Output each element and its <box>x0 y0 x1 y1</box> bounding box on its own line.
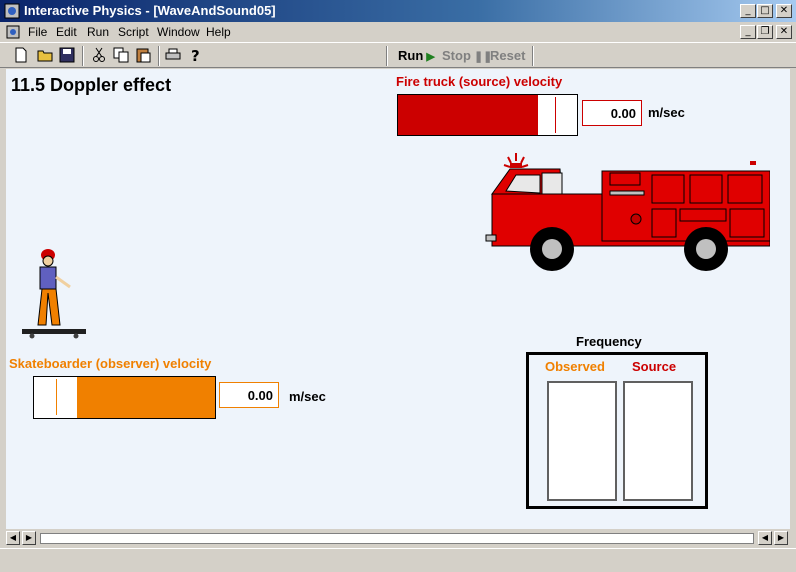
source-velocity-label: Fire truck (source) velocity <box>396 74 563 89</box>
source-frequency-meter <box>623 381 693 501</box>
observer-velocity-unit: m/sec <box>289 389 326 404</box>
observed-frequency-meter <box>547 381 617 501</box>
observer-velocity-slider[interactable] <box>33 376 216 419</box>
source-velocity-unit: m/sec <box>648 105 685 120</box>
menu-bar: File Edit Run Script Window Help _ ❐ ✕ <box>0 22 796 42</box>
frequency-title: Frequency <box>576 334 642 349</box>
new-file-icon[interactable] <box>12 46 30 64</box>
doc-restore-button[interactable]: ❐ <box>757 25 773 39</box>
stop-button[interactable]: Stop ❚❚ <box>442 48 492 63</box>
frequency-panel: Observed Source <box>526 352 708 509</box>
observer-velocity-fill <box>77 377 215 418</box>
svg-text:?: ? <box>191 47 200 64</box>
page-title: 11.5 Doppler effect <box>11 75 172 95</box>
maximize-button[interactable]: □ <box>757 4 773 18</box>
close-button[interactable]: ✕ <box>776 4 792 18</box>
scroll-right-icon[interactable]: ◀ <box>758 531 772 545</box>
observer-velocity-input[interactable]: 0.00 <box>219 382 279 408</box>
horizontal-scrollbar[interactable]: ◀ ▶ ◀ ▶ <box>6 530 790 546</box>
toolbar-separator <box>386 46 388 66</box>
window-title: Interactive Physics - [WaveAndSound05] <box>24 3 276 18</box>
open-folder-icon[interactable] <box>36 46 54 64</box>
menu-file[interactable]: File <box>28 25 47 39</box>
source-velocity-zero-mark <box>555 97 556 133</box>
app-icon <box>4 3 20 19</box>
observer-velocity-label: Skateboarder (observer) velocity <box>9 356 212 371</box>
help-icon[interactable]: ? <box>186 46 204 64</box>
minimize-button[interactable]: _ <box>740 4 756 18</box>
run-label: Run <box>398 48 424 63</box>
source-label: Source <box>632 359 677 374</box>
title-bar: Interactive Physics - [WaveAndSound05] _… <box>0 0 796 22</box>
stop-label: Stop <box>442 48 471 63</box>
run-button[interactable]: Run ▶ <box>398 48 435 63</box>
toolbar-separator <box>158 46 160 66</box>
reset-label: Reset <box>490 48 526 63</box>
save-icon[interactable] <box>58 46 76 64</box>
source-velocity-input[interactable]: 0.00 <box>582 100 642 126</box>
source-velocity-fill <box>398 95 538 135</box>
scroll-left-icon[interactable]: ▶ <box>22 531 36 545</box>
menu-edit[interactable]: Edit <box>56 25 77 39</box>
status-bar <box>0 548 796 572</box>
scroll-track[interactable] <box>40 533 754 544</box>
toolbar: ? Run ▶ Stop ❚❚ Reset <box>0 42 796 68</box>
fire-truck-image[interactable] <box>480 149 770 274</box>
reset-button[interactable]: Reset <box>490 48 525 63</box>
menu-help[interactable]: Help <box>206 25 231 39</box>
scroll-first-icon[interactable]: ◀ <box>6 531 20 545</box>
source-velocity-slider[interactable] <box>397 94 578 136</box>
copy-icon[interactable] <box>112 46 130 64</box>
scroll-last-icon[interactable]: ▶ <box>774 531 788 545</box>
toolbar-separator <box>532 46 534 66</box>
menu-window[interactable]: Window <box>157 25 200 39</box>
paste-icon[interactable] <box>134 46 152 64</box>
doc-minimize-button[interactable]: _ <box>740 25 756 39</box>
cut-icon[interactable] <box>90 46 108 64</box>
play-icon: ▶ <box>423 51 435 63</box>
toolbar-separator <box>82 46 84 66</box>
print-icon[interactable] <box>164 46 182 64</box>
document-icon[interactable] <box>6 25 20 39</box>
menu-run[interactable]: Run <box>87 25 109 39</box>
observer-velocity-zero-mark <box>56 379 57 415</box>
doc-close-button[interactable]: ✕ <box>776 25 792 39</box>
menu-script[interactable]: Script <box>118 25 149 39</box>
observed-label: Observed <box>545 359 605 374</box>
skateboarder-image[interactable] <box>18 247 90 339</box>
simulation-workspace[interactable]: 11.5 Doppler effect Fire truck (source) … <box>6 69 790 529</box>
